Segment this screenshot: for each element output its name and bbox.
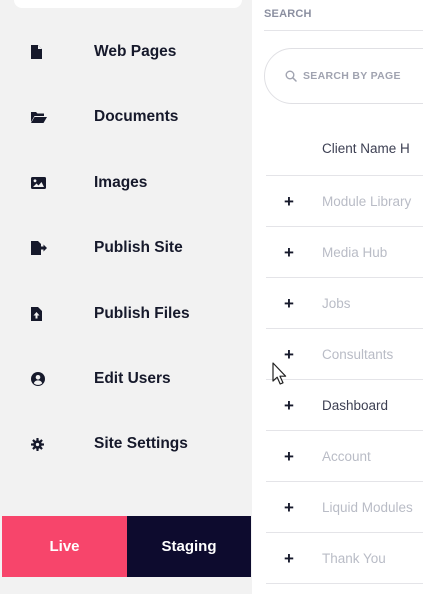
expand-button[interactable]: + xyxy=(284,278,294,329)
sidebar-item-web-pages[interactable]: Web Pages xyxy=(0,32,252,72)
table-row[interactable]: + Jobs xyxy=(266,278,423,329)
sidebar-top-card xyxy=(14,0,242,8)
sidebar-item-edit-users[interactable]: Edit Users xyxy=(0,359,252,399)
row-name: Dashboard xyxy=(322,398,389,413)
row-name: Jobs xyxy=(322,296,351,311)
expand-button[interactable]: + xyxy=(284,176,294,227)
sidebar-item-label: Images xyxy=(94,174,148,191)
row-name: Thank You xyxy=(322,551,386,566)
search-icon xyxy=(285,70,297,82)
sidebar-item-label: Site Settings xyxy=(94,435,188,452)
search-box[interactable] xyxy=(264,48,423,104)
divider xyxy=(264,30,423,31)
mouse-cursor-icon xyxy=(272,362,287,385)
file-upload-icon xyxy=(31,304,57,324)
expand-button[interactable]: + xyxy=(284,431,294,482)
table-row[interactable]: + Consultants xyxy=(266,329,423,380)
sidebar: Web Pages Documents Images Publish Site xyxy=(0,0,252,594)
table-row[interactable]: + Thank You xyxy=(266,533,423,584)
folder-open-icon xyxy=(31,107,57,127)
column-header-client-name[interactable]: Client Name H xyxy=(322,141,410,156)
main-panel: SEARCH Client Name H + Module Library + … xyxy=(252,0,423,594)
sidebar-item-publish-files[interactable]: Publish Files xyxy=(0,294,252,334)
search-section-label: SEARCH xyxy=(264,8,312,20)
sidebar-item-label: Publish Site xyxy=(94,239,183,256)
row-name: Account xyxy=(322,449,371,464)
search-input[interactable] xyxy=(303,70,423,82)
sidebar-item-label: Edit Users xyxy=(94,370,171,387)
sidebar-item-site-settings[interactable]: Site Settings xyxy=(0,424,252,464)
file-export-icon xyxy=(31,238,57,258)
table-row[interactable]: + Media Hub xyxy=(266,227,423,278)
row-name: Media Hub xyxy=(322,245,388,260)
sidebar-item-documents[interactable]: Documents xyxy=(0,97,252,137)
live-button[interactable]: Live xyxy=(2,516,127,577)
row-name: Liquid Modules xyxy=(322,500,413,515)
row-name: Module Library xyxy=(322,194,412,209)
sidebar-item-label: Documents xyxy=(94,108,179,125)
expand-button[interactable]: + xyxy=(284,227,294,278)
expand-button[interactable]: + xyxy=(284,482,294,533)
image-icon xyxy=(31,173,57,193)
staging-button[interactable]: Staging xyxy=(127,516,251,577)
table-row[interactable]: + Module Library xyxy=(266,176,423,227)
environment-toggle: Live Staging xyxy=(2,516,251,577)
expand-button[interactable]: + xyxy=(284,533,294,584)
file-icon xyxy=(31,42,57,62)
sidebar-item-label: Web Pages xyxy=(94,43,177,60)
cog-icon xyxy=(31,434,57,454)
sidebar-item-label: Publish Files xyxy=(94,305,190,322)
sidebar-item-publish-site[interactable]: Publish Site xyxy=(0,228,252,268)
expand-button[interactable]: + xyxy=(284,380,294,431)
table-row[interactable]: + Dashboard xyxy=(266,380,423,431)
table-row[interactable]: + Account xyxy=(266,431,423,482)
app-root: Web Pages Documents Images Publish Site xyxy=(0,0,423,594)
user-circle-icon xyxy=(31,369,57,389)
sidebar-item-images[interactable]: Images xyxy=(0,163,252,203)
row-name: Consultants xyxy=(322,347,394,362)
table-row[interactable]: + Liquid Modules xyxy=(266,482,423,533)
